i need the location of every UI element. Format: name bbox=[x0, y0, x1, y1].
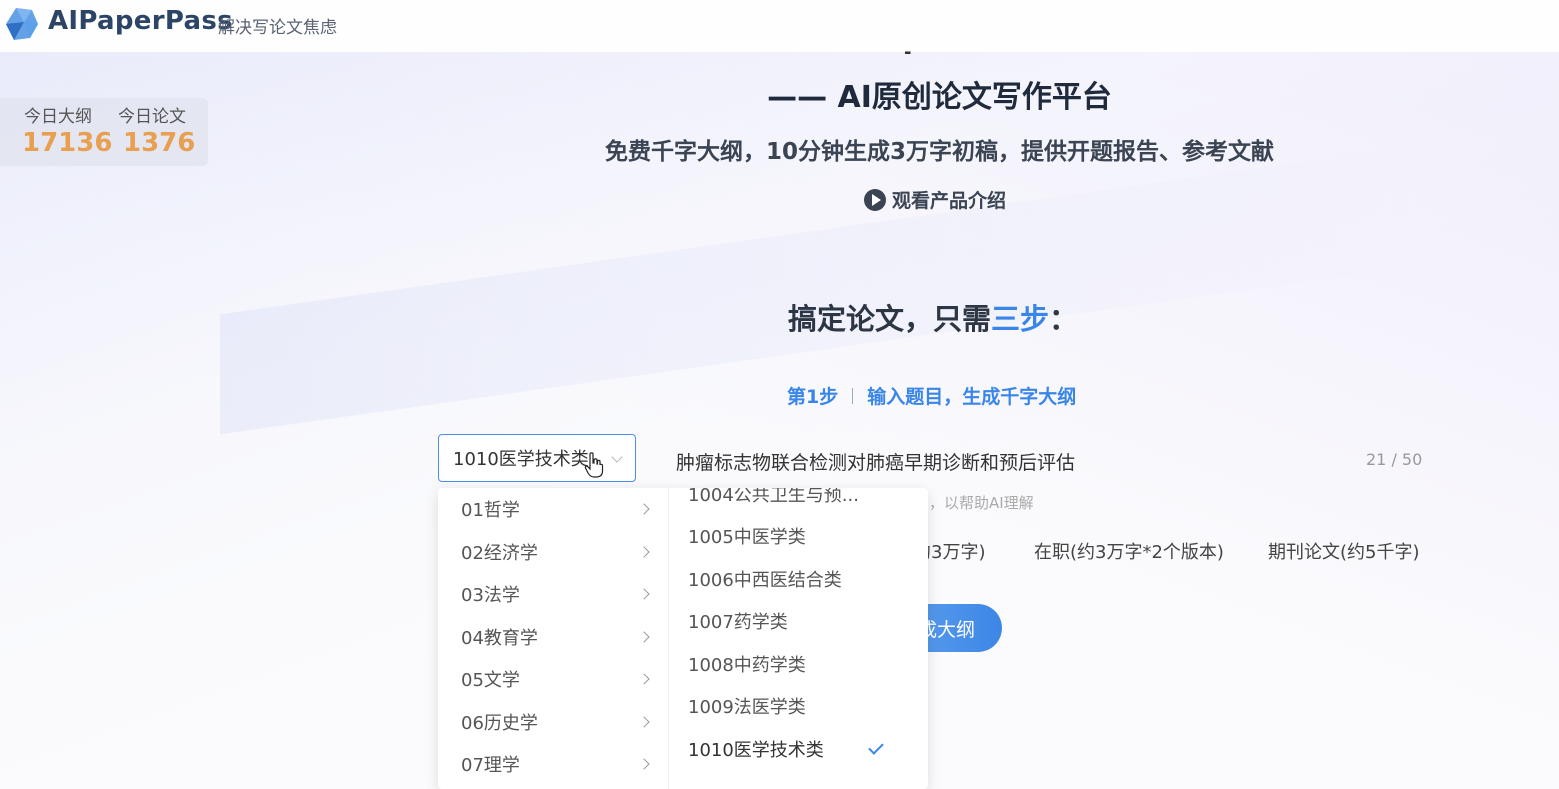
hero-subtitle: 免费千字大纲，10分钟生成3万字初稿，提供开题报告、参考文献 bbox=[0, 132, 1559, 166]
brand-slogan: 解决写论文焦虑 bbox=[218, 18, 337, 38]
level2-item-label: 1010医学技术类 bbox=[688, 740, 824, 761]
paper-type-inservice[interactable]: 在职(约3万字*2个版本) bbox=[1034, 538, 1224, 564]
level2-item-label: 1006中西医结合类 bbox=[688, 570, 842, 591]
level1-item-law[interactable]: 03法学 bbox=[438, 573, 668, 615]
chevron-right-icon bbox=[638, 503, 650, 515]
level2-item-label: 1004公共卫生与预... bbox=[688, 488, 859, 506]
hero-title: —— AI原创论文写作平台 bbox=[0, 72, 1559, 116]
check-icon bbox=[868, 739, 884, 755]
level2-item[interactable]: 1008中药学类 bbox=[668, 643, 928, 685]
header: AIPaperPass 解决写论文焦虑 bbox=[0, 0, 1559, 52]
chevron-right-icon bbox=[638, 716, 650, 728]
hero-title-text: —— AI原创论文写作平台 bbox=[767, 80, 1112, 115]
paper-type-journal[interactable]: 期刊论文(约5千字) bbox=[1268, 538, 1420, 564]
category-select-value: 1010医学技术类 bbox=[453, 449, 589, 470]
chevron-down-icon bbox=[611, 451, 623, 463]
level2-item-label: 1005中医学类 bbox=[688, 527, 806, 548]
level1-item-philosophy[interactable]: 01哲学 bbox=[438, 488, 668, 530]
level1-item-label: 03法学 bbox=[461, 585, 520, 606]
level2-item-label: 1009法医学类 bbox=[688, 697, 806, 718]
category-dropdown: 01哲学 02经济学 03法学 04教育学 05文学 06历史学 07理学 10… bbox=[438, 488, 928, 789]
level1-item-literature[interactable]: 05文学 bbox=[438, 658, 668, 700]
level1-item-history[interactable]: 06历史学 bbox=[438, 701, 668, 743]
level1-item-economics[interactable]: 02经济学 bbox=[438, 531, 668, 573]
play-icon bbox=[864, 188, 886, 211]
level1-item-label: 02经济学 bbox=[461, 543, 538, 564]
hero-dash: - bbox=[904, 42, 912, 63]
level1-item-label: 06历史学 bbox=[461, 713, 538, 734]
step-one-label: 第1步 输入题目，生成千字大纲 bbox=[787, 382, 1076, 409]
chevron-right-icon bbox=[638, 758, 650, 770]
level2-item-label: 1007药学类 bbox=[688, 612, 788, 633]
level2-item[interactable]: 1006中西医结合类 bbox=[668, 558, 928, 600]
brand-name[interactable]: AIPaperPass bbox=[48, 6, 233, 36]
topic-char-count: 21 / 50 bbox=[1366, 450, 1423, 469]
steps-title-suffix: ： bbox=[1049, 302, 1079, 336]
watch-intro-label: 观看产品介绍 bbox=[892, 190, 1007, 212]
category-level1-list: 01哲学 02经济学 03法学 04教育学 05文学 06历史学 07理学 bbox=[438, 488, 669, 789]
level2-item-label: 1008中药学类 bbox=[688, 655, 806, 676]
level1-item-label: 07理学 bbox=[461, 755, 520, 776]
chevron-right-icon bbox=[638, 546, 650, 558]
level1-item-science[interactable]: 07理学 bbox=[438, 743, 668, 785]
step-divider bbox=[852, 387, 854, 404]
watch-intro-link[interactable]: 观看产品介绍 bbox=[864, 186, 1006, 213]
hand-cursor-icon bbox=[584, 452, 604, 478]
chevron-right-icon bbox=[638, 673, 650, 685]
level2-item[interactable]: 1005中医学类 bbox=[668, 515, 928, 557]
chevron-right-icon bbox=[638, 631, 650, 643]
chevron-right-icon bbox=[638, 588, 650, 600]
step-description: 输入题目，生成千字大纲 bbox=[867, 386, 1077, 408]
steps-title: 搞定论文，只需三步： bbox=[788, 296, 1078, 338]
level1-item-education[interactable]: 04教育学 bbox=[438, 616, 668, 658]
step-number: 第1步 bbox=[787, 386, 839, 408]
category-level2-list: 1004公共卫生与预... 1005中医学类 1006中西医结合类 1007药学… bbox=[668, 488, 928, 789]
steps-title-prefix: 搞定论文，只需 bbox=[788, 302, 992, 336]
level2-item[interactable]: 1004公共卫生与预... bbox=[668, 488, 928, 515]
steps-title-highlight: 三步 bbox=[991, 302, 1050, 336]
level1-item-label: 04教育学 bbox=[461, 628, 538, 649]
logo-icon[interactable] bbox=[2, 4, 42, 44]
hero-subtitle-text: 免费千字大纲，10分钟生成3万字初稿，提供开题报告、参考文献 bbox=[604, 139, 1274, 165]
level2-item[interactable]: 1009法医学类 bbox=[668, 685, 928, 727]
level2-item-selected[interactable]: 1010医学技术类 bbox=[668, 728, 928, 770]
level2-item[interactable]: 1007药学类 bbox=[668, 600, 928, 642]
topic-input-value[interactable]: 肿瘤标志物联合检测对肺癌早期诊断和预后评估 bbox=[676, 448, 1075, 475]
level1-item-label: 05文学 bbox=[461, 670, 520, 691]
category-select[interactable]: 1010医学技术类 bbox=[438, 434, 636, 482]
level1-item-label: 01哲学 bbox=[461, 500, 520, 521]
